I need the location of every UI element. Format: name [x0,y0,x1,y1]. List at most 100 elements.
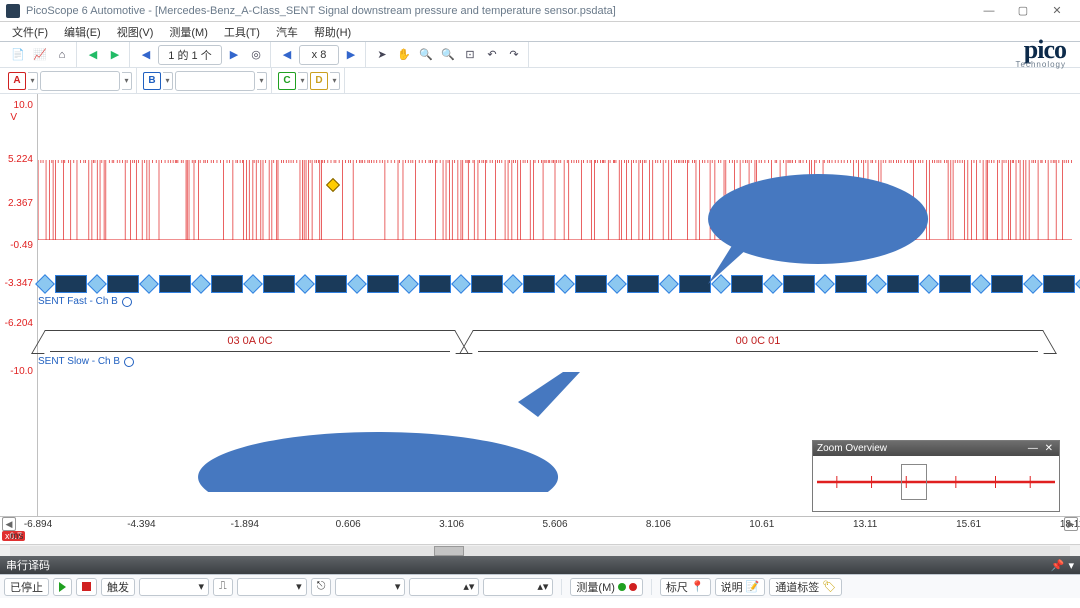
x-tick: 13.11 [853,519,877,530]
slow-frame-2: 00 0C 01 [478,330,1038,352]
channel-a-dropdown[interactable]: ▾ [28,72,38,90]
sent-packet [211,275,243,293]
gear-icon[interactable] [124,357,134,367]
channel-label-button[interactable]: 通道标签 🏷 [769,578,842,596]
home-button[interactable]: ⌂ [52,45,72,65]
open-file-button[interactable]: 📄 [8,45,28,65]
menu-view[interactable]: 视图(V) [111,22,160,42]
pin-icon[interactable]: 📌 [1051,559,1065,572]
zoom-overview-panel[interactable]: Zoom Overview— ✕ [812,440,1060,512]
menu-auto[interactable]: 汽车 [270,22,304,42]
trigger-pos2[interactable]: ▴▾ [483,578,553,596]
chevron-down-icon[interactable]: ▾ [1068,559,1074,572]
minimize-button[interactable]: — [972,2,1006,20]
sent-marker [1075,274,1080,294]
hand-tool[interactable]: ✋ [394,45,414,65]
sent-packet [991,275,1023,293]
maximize-button[interactable]: ▢ [1006,2,1040,20]
trigger-opt1[interactable]: ⎍ [213,578,233,596]
x-scroll-left[interactable]: ◀ [2,517,16,531]
page-indicator[interactable]: 1 的 1 个 [158,45,222,65]
zoom-out-icon[interactable]: 🔍 [438,45,458,65]
channel-a-range[interactable] [40,71,120,91]
channel-a-opts[interactable]: ▾ [122,72,132,90]
target-button[interactable]: ◎ [246,45,266,65]
zoom-in-icon[interactable]: 🔍 [416,45,436,65]
sent-packet [107,275,139,293]
title-bar: PicoScope 6 Automotive - [Mercedes-Benz_… [0,0,1080,22]
plot-canvas[interactable]: SENT Fast - Ch B 03 0A 0C 00 0C 01 SENT … [38,94,1072,516]
callout-fast [698,134,938,294]
ruler-button[interactable]: 标尺 📍 [660,578,711,596]
channel-c-badge[interactable]: C [278,72,296,90]
stop-button[interactable] [76,578,97,596]
zoom-window[interactable] [901,464,927,500]
trigger-src[interactable]: ▾ [237,578,307,596]
serial-decode-bar[interactable]: 串行译码 📌▾ [0,556,1080,574]
zoom-trace [817,476,1055,488]
channel-b-range[interactable] [175,71,255,91]
channel-d-badge[interactable]: D [310,72,328,90]
trigger-edge[interactable]: ⎋ [311,578,332,596]
horizontal-scrollbar[interactable] [0,544,1080,556]
zoom-fit-icon[interactable]: ⊡ [460,45,480,65]
sent-packet [523,275,555,293]
menu-file[interactable]: 文件(F) [6,22,54,42]
channel-b-opts[interactable]: ▾ [257,72,267,90]
channel-b-badge[interactable]: B [143,72,161,90]
sent-marker [659,274,679,294]
trigger-label[interactable]: 触发 [101,578,135,596]
zoom-factor[interactable]: x 8 [299,45,339,65]
main-toolbar: 📄 📈 ⌂ ◀ ▶ ◀ 1 的 1 个 ▶ ◎ ◀ x 8 ▶ ➤ ✋ 🔍 🔍 … [0,42,1080,68]
menu-edit[interactable]: 编辑(E) [58,22,107,42]
run-button[interactable] [53,578,72,596]
sent-packet [627,275,659,293]
menu-help[interactable]: 帮助(H) [308,22,357,42]
sent-packet [939,275,971,293]
menu-tools[interactable]: 工具(T) [218,22,266,42]
zoom-out-step[interactable]: ◀ [277,45,297,65]
sent-packet [367,275,399,293]
page-last[interactable]: ▶ [224,45,244,65]
sent-marker [503,274,523,294]
x-tick: -1.894 [231,519,259,530]
sent-marker [35,274,55,294]
redo-icon[interactable]: ↷ [504,45,524,65]
nav-next[interactable]: ▶ [105,45,125,65]
sent-packet [575,275,607,293]
trigger-mode[interactable]: ▾ [139,578,209,596]
y-tick: 5.224 [8,154,33,165]
gear-icon[interactable] [122,297,132,307]
channel-b-dropdown[interactable]: ▾ [163,72,173,90]
undo-icon[interactable]: ↶ [482,45,502,65]
x-tick: 3.106 [439,519,464,530]
nav-prev[interactable]: ◀ [83,45,103,65]
x-tick: 8.106 [646,519,671,530]
trigger-pos1[interactable]: ▴▾ [409,578,479,596]
scope-button[interactable]: 📈 [30,45,50,65]
menu-bar: 文件(F) 编辑(E) 视图(V) 测量(M) 工具(T) 汽车 帮助(H) [0,22,1080,42]
trigger-level[interactable]: ▾ [335,578,405,596]
zoom-controls[interactable]: — ✕ [1028,443,1055,454]
sent-marker [555,274,575,294]
zoom-in-step[interactable]: ▶ [341,45,361,65]
help-button[interactable]: 说明 📝 [715,578,766,596]
menu-measure[interactable]: 测量(M) [163,22,214,42]
close-button[interactable]: ✕ [1040,2,1074,20]
scrollbar-thumb[interactable] [434,546,464,556]
y-tick: -6.204 [5,318,33,329]
page-first[interactable]: ◀ [136,45,156,65]
channel-d-dropdown[interactable]: ▾ [330,72,340,90]
channel-a-badge[interactable]: A [8,72,26,90]
measure-button[interactable]: 测量(M) [570,578,643,596]
sent-packet [315,275,347,293]
pointer-tool[interactable]: ➤ [372,45,392,65]
sent-slow-row: 03 0A 0C 00 0C 01 [38,330,1072,352]
channel-toolbar: A ▾ ▾ B ▾ ▾ C ▾ D ▾ [0,68,1080,94]
channel-c-dropdown[interactable]: ▾ [298,72,308,90]
x-scroll-right[interactable]: ▶ [1064,517,1078,531]
slow-frame-1: 03 0A 0C [50,330,450,352]
stop-icon [82,582,91,591]
plot-area[interactable]: 10.0 V 5.224 2.367 -0.49 -3.347 -6.204 -… [0,94,1080,516]
y-tick: 10.0 [14,100,33,111]
